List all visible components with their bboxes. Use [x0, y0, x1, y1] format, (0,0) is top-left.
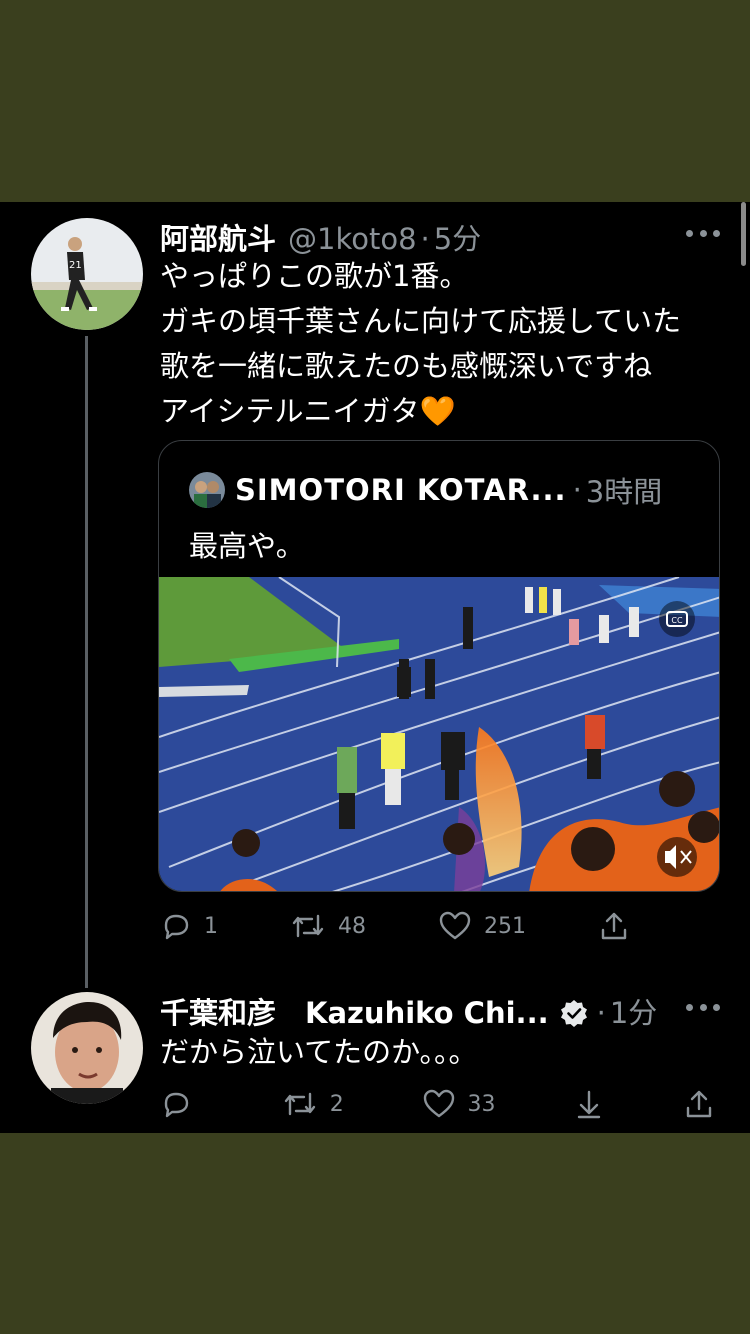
- download-button[interactable]: [573, 1088, 605, 1120]
- reply-icon: [164, 914, 189, 940]
- retweet-icon: [292, 914, 324, 938]
- tweet-header: 阿部航斗 @1koto8 · 5分: [160, 216, 481, 258]
- video-player[interactable]: CC: [159, 577, 719, 891]
- scrollbar[interactable]: [741, 202, 746, 266]
- share-icon: [601, 912, 627, 940]
- like-count: 251: [484, 913, 526, 939]
- top-background: [0, 0, 750, 202]
- verified-icon: [560, 1000, 587, 1027]
- retweet-icon: [284, 1092, 315, 1116]
- tweet-text: だから泣いてたのか。。。: [160, 1035, 478, 1069]
- tweet-header: 千葉和彦 Kazuhiko Chi... · 1分: [160, 990, 657, 1032]
- quoted-timestamp: 3時間: [585, 475, 663, 509]
- separator: ·: [572, 473, 582, 507]
- reply-count: 1: [204, 913, 218, 939]
- reply-icon: [164, 1092, 189, 1118]
- like-button[interactable]: 33: [422, 1088, 496, 1120]
- timestamp[interactable]: 1分: [610, 990, 657, 1032]
- tweet-thread: 21 阿部航斗 @1koto8 · 5分 やっぱりこの歌が1番。 ガキの頃千葉さ…: [0, 202, 750, 1133]
- quoted-display-name[interactable]: SIMOTORI KOTAR...: [235, 473, 567, 507]
- display-name[interactable]: 阿部航斗: [160, 216, 276, 258]
- mute-icon[interactable]: [657, 837, 697, 877]
- separator: ·: [420, 222, 430, 256]
- share-button[interactable]: [683, 1088, 715, 1120]
- thread-connector: [85, 336, 88, 988]
- avatar[interactable]: 21: [31, 218, 143, 330]
- username[interactable]: @1koto8: [288, 222, 417, 256]
- quoted-text: 最高や。: [189, 529, 305, 563]
- quoted-tweet-header: SIMOTORI KOTAR... · 3時間: [189, 469, 662, 511]
- tweet-text: やっぱりこの歌が1番。 ガキの頃千葉さんに向けて応援していた 歌を一緒に歌えたの…: [160, 259, 682, 428]
- retweet-button[interactable]: 2: [282, 1088, 344, 1120]
- heart-icon: [439, 911, 471, 940]
- svg-text:CC: CC: [671, 616, 683, 625]
- retweet-count: 2: [329, 1091, 344, 1117]
- more-icon[interactable]: [686, 1004, 720, 1012]
- tweet-actions: 1 48 251: [160, 910, 630, 942]
- retweet-count: 48: [338, 913, 366, 939]
- like-count: 33: [467, 1091, 496, 1117]
- timestamp[interactable]: 5分: [434, 216, 481, 258]
- more-icon[interactable]: [686, 230, 720, 238]
- like-button[interactable]: 251: [438, 910, 526, 942]
- separator: ·: [596, 996, 606, 1030]
- share-button[interactable]: [598, 910, 630, 942]
- avatar[interactable]: [31, 992, 143, 1104]
- bottom-background: [0, 1133, 750, 1334]
- download-icon: [578, 1090, 601, 1119]
- captions-icon[interactable]: CC: [659, 601, 695, 637]
- retweet-button[interactable]: 48: [290, 910, 366, 942]
- tweet-actions: 2 33: [160, 1088, 715, 1120]
- reply-button[interactable]: [160, 1088, 204, 1120]
- heart-icon: [423, 1089, 454, 1118]
- svg-text:21: 21: [69, 260, 82, 271]
- reply-button[interactable]: 1: [160, 910, 218, 942]
- share-icon: [686, 1090, 712, 1118]
- quoted-tweet[interactable]: SIMOTORI KOTAR... · 3時間 最高や。 CC: [158, 440, 720, 892]
- display-name[interactable]: 千葉和彦 Kazuhiko Chi...: [160, 990, 549, 1032]
- quoted-avatar: [189, 472, 225, 508]
